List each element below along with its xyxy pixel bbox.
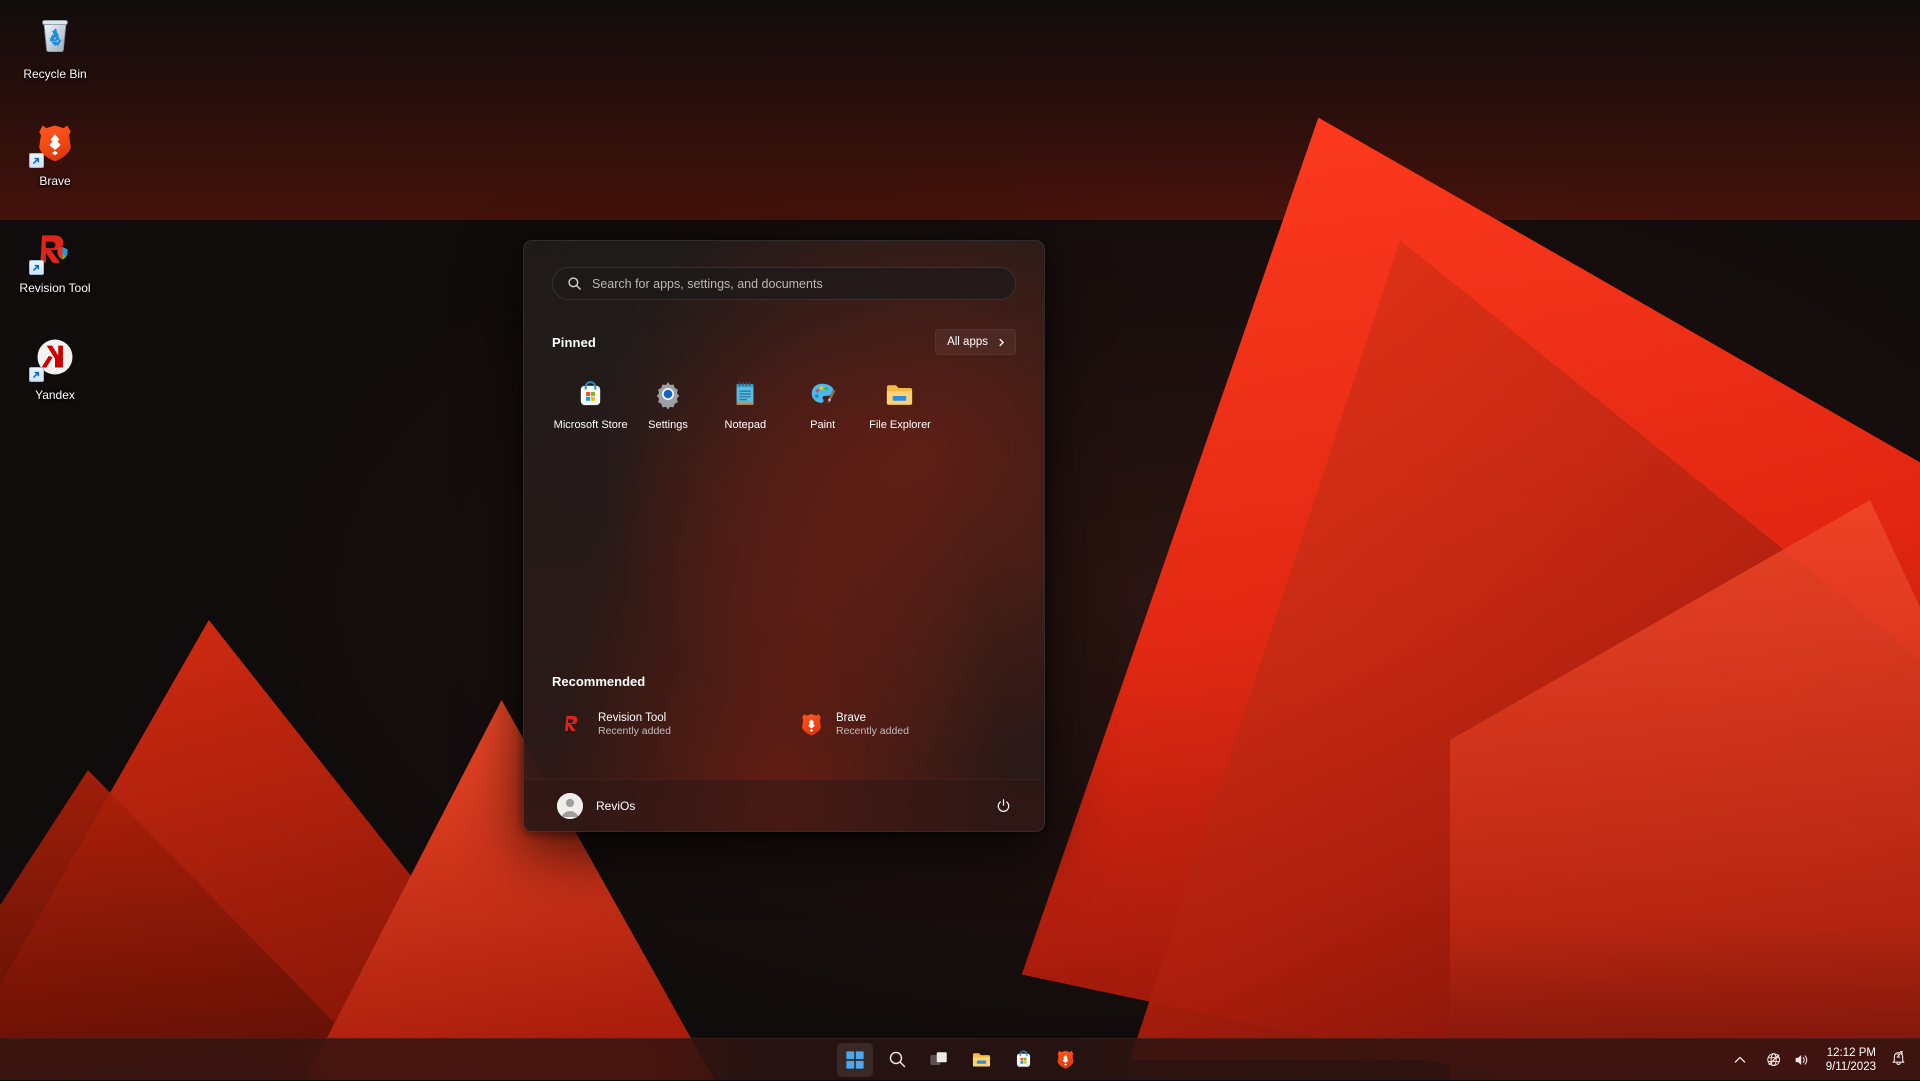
desktop-icon-brave[interactable]: Brave xyxy=(0,113,110,192)
taskbar-clock[interactable]: 12:12 PM 9/11/2023 xyxy=(1818,1042,1884,1078)
search-icon xyxy=(567,276,582,291)
taskbar-search-button[interactable] xyxy=(879,1043,915,1077)
file-explorer-icon xyxy=(884,378,916,410)
search-icon xyxy=(886,1049,908,1071)
pinned-app-label: Notepad xyxy=(725,419,767,432)
desktop-icon-recycle-bin[interactable]: Recycle Bin xyxy=(0,6,110,85)
pinned-app-settings[interactable]: Settings xyxy=(629,369,706,440)
power-button[interactable] xyxy=(988,791,1018,821)
pinned-app-label: Paint xyxy=(810,419,835,432)
tray-status-buttons[interactable] xyxy=(1757,1046,1818,1074)
revision-tool-icon xyxy=(560,711,586,737)
recommended-item-subtitle: Recently added xyxy=(836,725,909,737)
start-search-container xyxy=(524,241,1044,300)
network-no-internet-icon xyxy=(1766,1052,1782,1068)
pinned-app-paint[interactable]: Paint xyxy=(784,369,861,440)
shortcut-arrow-icon xyxy=(29,260,44,275)
taskbar[interactable]: 12:12 PM 9/11/2023 xyxy=(0,1038,1920,1080)
start-menu-footer: ReviOs xyxy=(524,779,1044,831)
notepad-icon xyxy=(729,378,761,410)
taskbar-file-explorer-button[interactable] xyxy=(963,1043,999,1077)
windows-start-icon xyxy=(844,1049,866,1071)
start-menu[interactable]: Pinned All apps xyxy=(523,240,1045,832)
brave-icon xyxy=(1054,1049,1076,1071)
user-account-button[interactable]: ReviOs xyxy=(552,788,643,824)
shortcut-arrow-icon xyxy=(29,153,44,168)
paint-palette-icon xyxy=(807,378,839,410)
task-view-icon xyxy=(928,1049,950,1071)
pinned-app-file-explorer[interactable]: File Explorer xyxy=(861,369,938,440)
recommended-title: Recommended xyxy=(552,674,1016,689)
taskbar-brave-button[interactable] xyxy=(1047,1043,1083,1077)
desktop-icon-label: Revision Tool xyxy=(19,281,90,295)
desktop-icon-yandex[interactable]: Yandex xyxy=(0,327,110,406)
desktop[interactable]: Recycle Bin Brave xyxy=(0,0,1920,1080)
pinned-app-label: Settings xyxy=(648,419,688,432)
microsoft-store-icon xyxy=(575,378,607,410)
taskbar-start-button[interactable] xyxy=(837,1043,873,1077)
notification-center-button[interactable] xyxy=(1884,1045,1912,1075)
desktop-icon-revision-tool[interactable]: Revision Tool xyxy=(0,220,110,299)
desktop-icon-label: Yandex xyxy=(35,388,75,402)
clock-date: 9/11/2023 xyxy=(1826,1060,1876,1074)
system-tray: 12:12 PM 9/11/2023 xyxy=(1723,1039,1912,1081)
pinned-app-notepad[interactable]: Notepad xyxy=(707,369,784,440)
desktop-icon-label: Brave xyxy=(39,174,70,188)
pinned-app-microsoft-store[interactable]: Microsoft Store xyxy=(552,369,629,440)
notification-bell-dnd-icon xyxy=(1890,1049,1907,1071)
pinned-app-label: File Explorer xyxy=(869,419,931,432)
brave-icon xyxy=(31,119,79,167)
recommended-header: Recommended xyxy=(552,674,1016,689)
recommended-item-name: Brave xyxy=(836,712,909,724)
recommended-item-brave[interactable]: Brave Recently added xyxy=(788,703,1018,745)
chevron-up-icon xyxy=(1732,1052,1748,1068)
yandex-icon xyxy=(31,333,79,381)
all-apps-button[interactable]: All apps xyxy=(935,329,1016,355)
file-explorer-icon xyxy=(970,1049,992,1071)
brave-icon xyxy=(798,711,824,737)
taskbar-task-view-button[interactable] xyxy=(921,1043,957,1077)
pinned-app-label: Microsoft Store xyxy=(554,419,628,432)
microsoft-store-icon xyxy=(1012,1049,1034,1071)
start-search-box[interactable] xyxy=(552,267,1016,300)
revision-tool-icon xyxy=(31,226,79,274)
pinned-slot-empty xyxy=(939,369,1016,440)
volume-icon xyxy=(1793,1052,1809,1068)
recommended-list: Revision Tool Recently added xyxy=(550,703,1018,745)
pinned-apps-grid: Microsoft Store Settings xyxy=(552,369,1016,440)
tray-overflow-button[interactable] xyxy=(1723,1046,1757,1074)
shortcut-arrow-icon xyxy=(29,367,44,382)
chevron-right-icon xyxy=(997,338,1006,347)
user-name-label: ReviOs xyxy=(596,799,635,813)
all-apps-label: All apps xyxy=(947,336,988,348)
recommended-item-subtitle: Recently added xyxy=(598,725,671,737)
desktop-icon-list: Recycle Bin Brave xyxy=(0,6,120,434)
user-avatar-icon xyxy=(557,793,583,819)
clock-time: 12:12 PM xyxy=(1827,1046,1876,1060)
recommended-item-revision-tool[interactable]: Revision Tool Recently added xyxy=(550,703,780,745)
desktop-icon-label: Recycle Bin xyxy=(23,67,86,81)
settings-gear-icon xyxy=(652,378,684,410)
pinned-header: Pinned All apps xyxy=(552,329,1016,355)
taskbar-microsoft-store-button[interactable] xyxy=(1005,1043,1041,1077)
recommended-item-name: Revision Tool xyxy=(598,712,671,724)
pinned-title: Pinned xyxy=(552,335,596,350)
taskbar-center-buttons xyxy=(837,1039,1083,1081)
recycle-bin-icon xyxy=(31,12,79,60)
search-input[interactable] xyxy=(592,277,1001,291)
